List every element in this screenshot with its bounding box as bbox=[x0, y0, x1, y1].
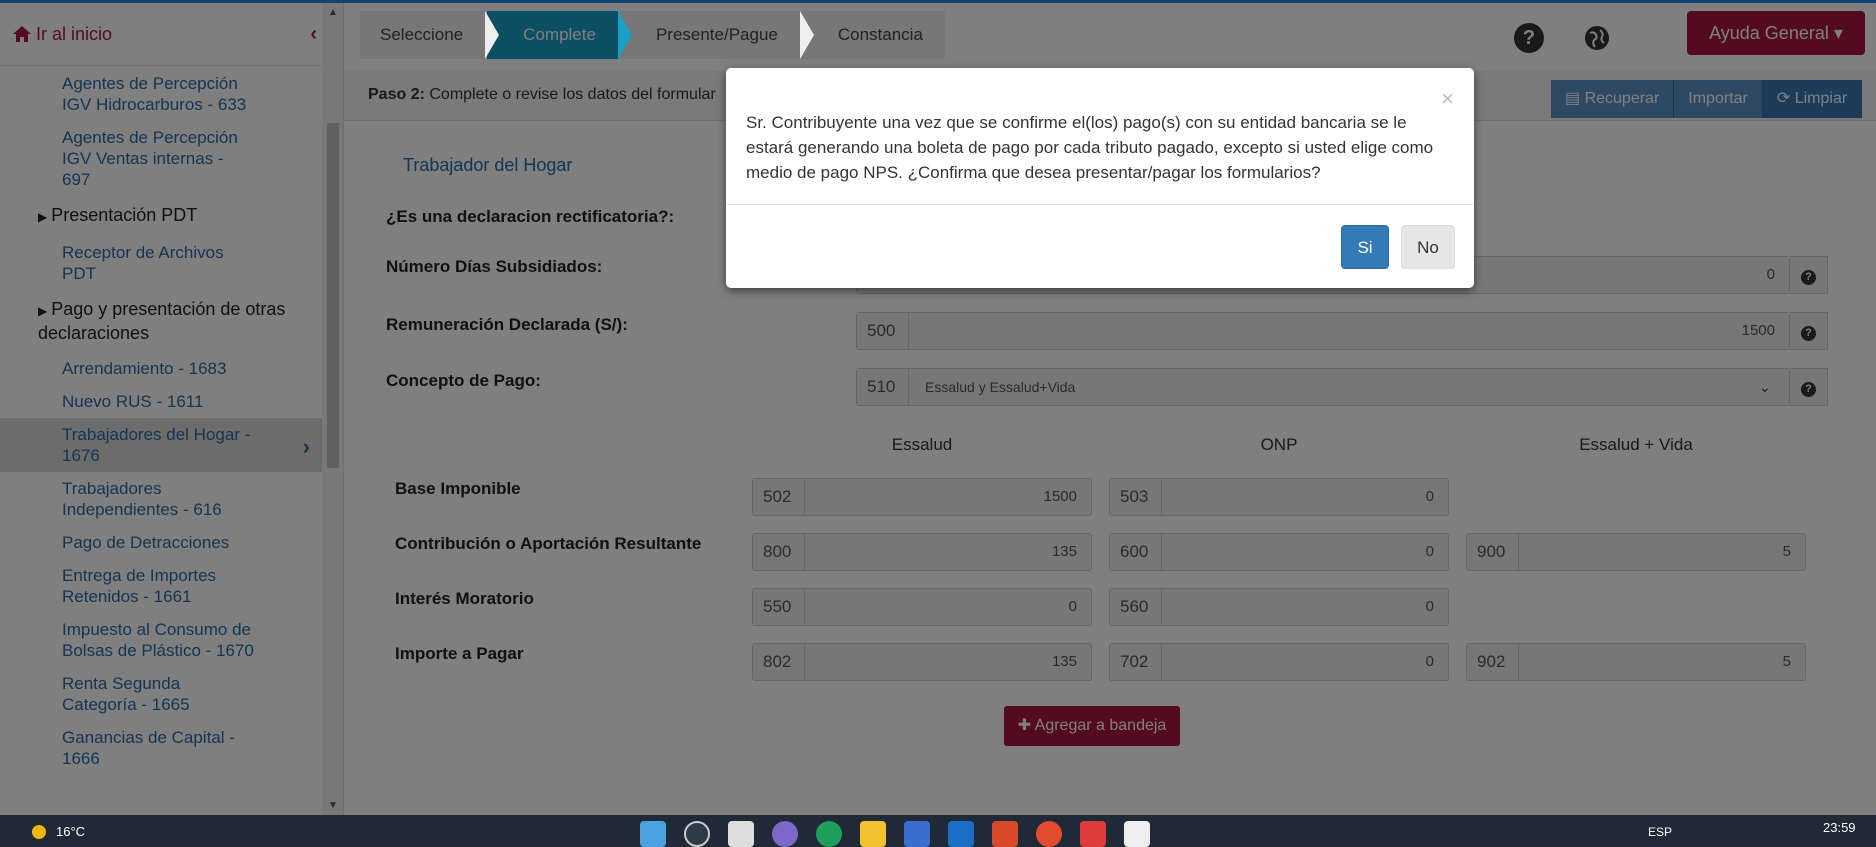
file-explorer-icon[interactable] bbox=[860, 821, 886, 847]
clock[interactable]: 23:59 bbox=[1823, 820, 1856, 835]
taskbar-apps bbox=[640, 821, 1168, 847]
weather-widget[interactable]: 16°C bbox=[32, 824, 86, 839]
edge-icon[interactable] bbox=[816, 821, 842, 847]
pdf-icon[interactable] bbox=[1080, 821, 1106, 847]
chrome-icon[interactable] bbox=[1036, 821, 1062, 847]
language-indicator[interactable]: ESP bbox=[1648, 825, 1672, 839]
search-icon[interactable] bbox=[684, 821, 710, 847]
outlook-icon[interactable] bbox=[948, 821, 974, 847]
app-icon[interactable] bbox=[904, 821, 930, 847]
weather-moon-icon bbox=[32, 824, 46, 839]
teams-icon[interactable] bbox=[772, 821, 798, 847]
notepad-icon[interactable] bbox=[1124, 821, 1150, 847]
modal-message: Sr. Contribuyente una vez que se confirm… bbox=[746, 113, 1434, 182]
modal-footer: Si No bbox=[726, 204, 1474, 288]
office-icon[interactable] bbox=[992, 821, 1018, 847]
temperature-label: 16°C bbox=[56, 824, 86, 839]
close-icon[interactable]: × bbox=[1441, 86, 1454, 112]
task-view-icon[interactable] bbox=[728, 821, 754, 847]
start-icon[interactable] bbox=[640, 821, 666, 847]
confirm-yes-button[interactable]: Si bbox=[1341, 225, 1389, 269]
confirm-no-button[interactable]: No bbox=[1401, 225, 1455, 269]
confirm-modal: × Sr. Contribuyente una vez que se confi… bbox=[726, 68, 1474, 288]
taskbar: 16°C ESP 23:59 bbox=[0, 815, 1876, 847]
